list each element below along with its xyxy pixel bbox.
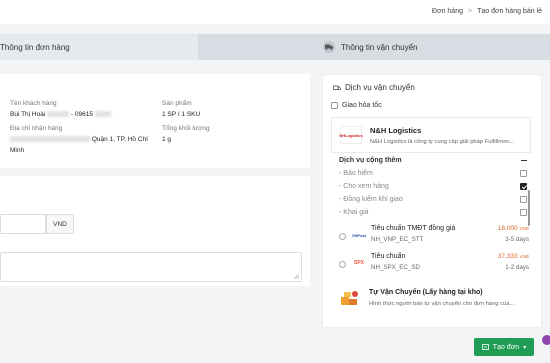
tab-shipping-info[interactable]: Thông tin vận chuyển (198, 34, 550, 60)
addon-checkbox[interactable] (520, 196, 527, 203)
warehouse-boxes-icon (341, 291, 358, 305)
weight-label: Tổng khối lượng (162, 125, 210, 132)
amount-input[interactable] (0, 214, 46, 234)
customer-panel: Tên khách hàng Bùi Thị Hoài - 09615 Địa … (0, 74, 310, 168)
addon-checkbox[interactable] (520, 170, 527, 177)
option-radio[interactable] (339, 233, 346, 240)
weight-value: 1 g (162, 136, 172, 143)
provider-card[interactable]: NHLogistics N&H Logistics N&H Logistics … (331, 117, 531, 153)
breadcrumb-create-retail: Tạo đơn hàng bán lẻ (477, 8, 542, 15)
create-order-label: Tạo đơn (492, 343, 520, 351)
option-price-value: 37,333 (497, 253, 518, 260)
redacted-block (47, 111, 70, 118)
addon-label: - Đồng kiểm khi giao (339, 196, 403, 203)
self-ship-title: Tự Vận Chuyển (Lấy hàng tại kho) (369, 289, 483, 296)
addon-row[interactable]: - Khai giá (339, 209, 527, 216)
product-label: Sản phẩm (162, 100, 192, 107)
provider-description: N&H Logistics là công ty cung cấp giải p… (370, 139, 515, 145)
express-option[interactable]: Giao hỏa tốc (331, 102, 382, 109)
scrollbar[interactable] (528, 190, 530, 226)
addons-header[interactable]: Dịch vụ cộng thêm (339, 157, 527, 164)
carrier-logo: VNPost (351, 232, 367, 238)
currency-addon: VND (46, 214, 74, 234)
option-code: NH_SPX_EC_SD (371, 264, 420, 271)
address-text-1: Quận 1, TP. Hồ Chí (91, 136, 148, 143)
shipping-option[interactable]: VNPost Tiêu chuẩn TMĐT đồng giá NH_VNP_E… (337, 223, 533, 249)
addon-row[interactable]: - Cho xem hàng (339, 183, 527, 190)
self-ship-card[interactable]: Tự Vận Chuyển (Lấy hàng tại kho) Hình th… (331, 283, 531, 319)
truck-icon (323, 41, 335, 53)
addon-checkbox[interactable] (520, 209, 527, 216)
note-textarea[interactable] (0, 252, 302, 282)
addon-checkbox[interactable] (520, 183, 527, 190)
dropdown-chevron-icon[interactable]: ▾ (523, 344, 526, 351)
addon-row[interactable]: - Bảo hiểm (339, 170, 527, 177)
customer-name-text: Bùi Thị Hoài (10, 111, 46, 118)
customer-name-value: Bùi Thị Hoài - 09615 (10, 111, 111, 118)
option-name: Tiêu chuẩn (371, 253, 406, 260)
tab-shipping-info-label: Thông tin vận chuyển (341, 42, 418, 52)
address-value: Quận 1, TP. Hồ Chí (10, 136, 148, 143)
addon-label: - Khai giá (339, 209, 369, 216)
shipping-title-text: Dịch vụ vận chuyển (345, 83, 415, 92)
nh-logistics-logo: NHLogistics (339, 126, 363, 144)
option-radio[interactable] (339, 261, 346, 268)
resize-handle-icon[interactable] (294, 274, 299, 279)
option-price-value: 18,000 (497, 225, 518, 232)
chat-bubble-icon[interactable] (542, 335, 550, 345)
provider-name: N&H Logistics (370, 126, 422, 135)
address-value-line2: Minh (10, 147, 25, 154)
express-label: Giao hỏa tốc (342, 102, 382, 109)
addons-title: Dịch vụ cộng thêm (339, 157, 402, 164)
option-price: 18,000 VNĐ (498, 225, 529, 232)
shipping-service-panel: Dịch vụ vận chuyển Giao hỏa tốc NHLogist… (322, 74, 542, 328)
option-code: NH_VNP_EC_STT (371, 236, 424, 243)
shipping-icon (333, 85, 341, 90)
option-price-unit: VNĐ (519, 226, 529, 231)
shipping-option[interactable]: SPX Tiêu chuẩn NH_SPX_EC_SD 37,333 VNĐ 1… (337, 251, 533, 277)
addon-label: - Bảo hiểm (339, 170, 373, 177)
option-name: Tiêu chuẩn TMĐT đồng giá (371, 225, 456, 232)
option-days: 3-5 days (505, 236, 529, 243)
step-tabs: Thông tin đơn hàng Thông tin vận chuyển (0, 34, 550, 60)
express-checkbox[interactable] (331, 102, 338, 109)
address-label: Địa chỉ nhận hàng (10, 125, 63, 132)
collapse-icon[interactable] (521, 160, 527, 161)
tab-order-info[interactable]: Thông tin đơn hàng (0, 34, 198, 60)
option-price: 37,333 VNĐ (498, 253, 529, 260)
customer-phone-text: - 09615 (70, 111, 93, 118)
customer-name-label: Tên khách hàng (10, 100, 57, 107)
carrier-logo: SPX (353, 260, 364, 266)
addon-row[interactable]: - Đồng kiểm khi giao (339, 196, 527, 203)
product-value: 1 SP / 1 SKU (162, 111, 201, 118)
redacted-block (94, 111, 111, 118)
option-days: 1-2 days (505, 264, 529, 271)
self-ship-description: Hình thức người bán tự vận chuyển cho đơ… (369, 301, 515, 307)
redacted-block (10, 136, 90, 143)
payment-panel: VND (0, 176, 310, 286)
option-price-unit: VNĐ (519, 254, 529, 259)
shipping-title: Dịch vụ vận chuyển (333, 83, 415, 92)
tab-order-info-label: Thông tin đơn hàng (0, 42, 70, 52)
create-icon (481, 344, 489, 350)
addon-label: - Cho xem hàng (339, 183, 389, 190)
breadcrumb-separator: > (467, 8, 473, 15)
breadcrumb: Đơn hàng > Tạo đơn hàng bán lẻ (432, 8, 542, 15)
create-order-button[interactable]: Tạo đơn ▾ (474, 338, 534, 356)
top-bar: Đơn hàng > Tạo đơn hàng bán lẻ (0, 0, 550, 24)
breadcrumb-orders[interactable]: Đơn hàng (432, 8, 463, 15)
